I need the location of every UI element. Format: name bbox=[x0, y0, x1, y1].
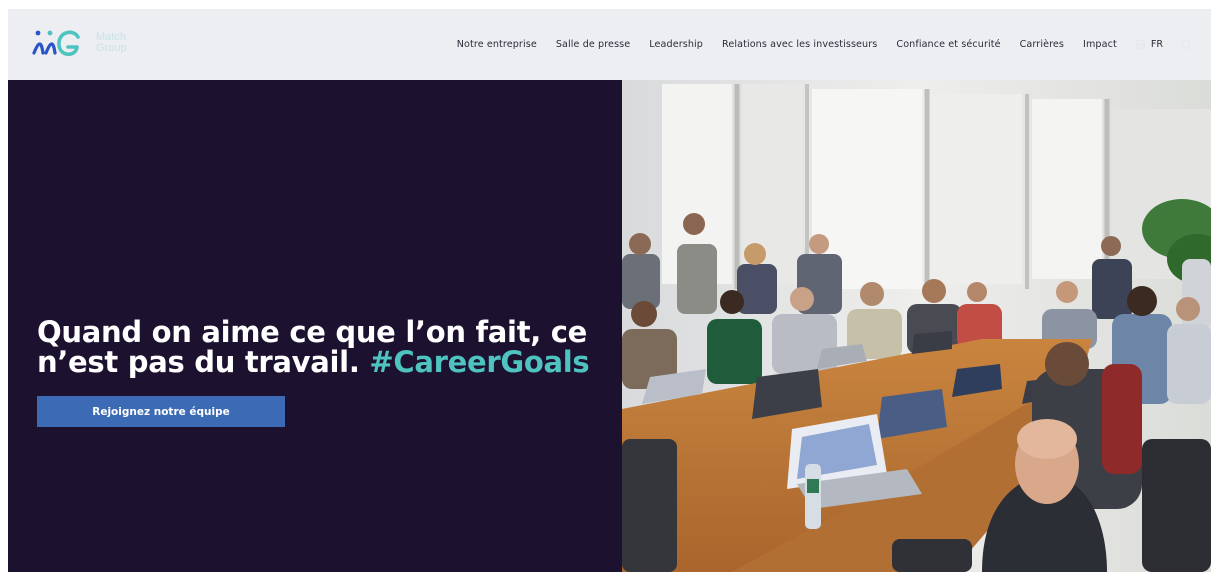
hero-panel: Quand on aime ce que l’on fait, ce n’est… bbox=[8, 80, 622, 572]
nav-item-salle-de-presse[interactable]: Salle de presse bbox=[556, 39, 630, 50]
page: Match Group Notre entreprise Salle de pr… bbox=[8, 9, 1211, 572]
nav-item-confiance-securite[interactable]: Confiance et sécurité bbox=[896, 39, 1000, 50]
nav-item-carrieres[interactable]: Carrières bbox=[1020, 39, 1064, 50]
globe-icon bbox=[1135, 39, 1146, 50]
nav-item-impact[interactable]: Impact bbox=[1083, 39, 1117, 50]
hero-headline: Quand on aime ce que l’on fait, ce n’est… bbox=[37, 317, 597, 377]
main-nav: Notre entreprise Salle de presse Leaders… bbox=[438, 9, 1211, 80]
join-team-button[interactable]: Rejoignez notre équipe bbox=[37, 396, 285, 427]
hero-headline-hashtag: #CareerGoals bbox=[369, 345, 590, 379]
logo-mark-icon bbox=[32, 30, 80, 57]
language-label: FR bbox=[1150, 39, 1163, 50]
search-icon[interactable] bbox=[1181, 39, 1193, 51]
hero-photo-team-meeting bbox=[622, 9, 1211, 572]
nav-item-relations-investisseurs[interactable]: Relations avec les investisseurs bbox=[722, 39, 877, 50]
nav-item-leadership[interactable]: Leadership bbox=[649, 39, 703, 50]
language-selector[interactable]: FR bbox=[1135, 39, 1163, 50]
team-meeting-image bbox=[622, 9, 1211, 572]
logo-text-group: Group bbox=[96, 42, 127, 54]
nav-item-notre-entreprise[interactable]: Notre entreprise bbox=[457, 39, 537, 50]
site-header: Match Group Notre entreprise Salle de pr… bbox=[8, 9, 1211, 80]
logo-wordmark: Match Group bbox=[96, 32, 127, 54]
match-group-logo[interactable]: Match Group bbox=[30, 23, 150, 63]
